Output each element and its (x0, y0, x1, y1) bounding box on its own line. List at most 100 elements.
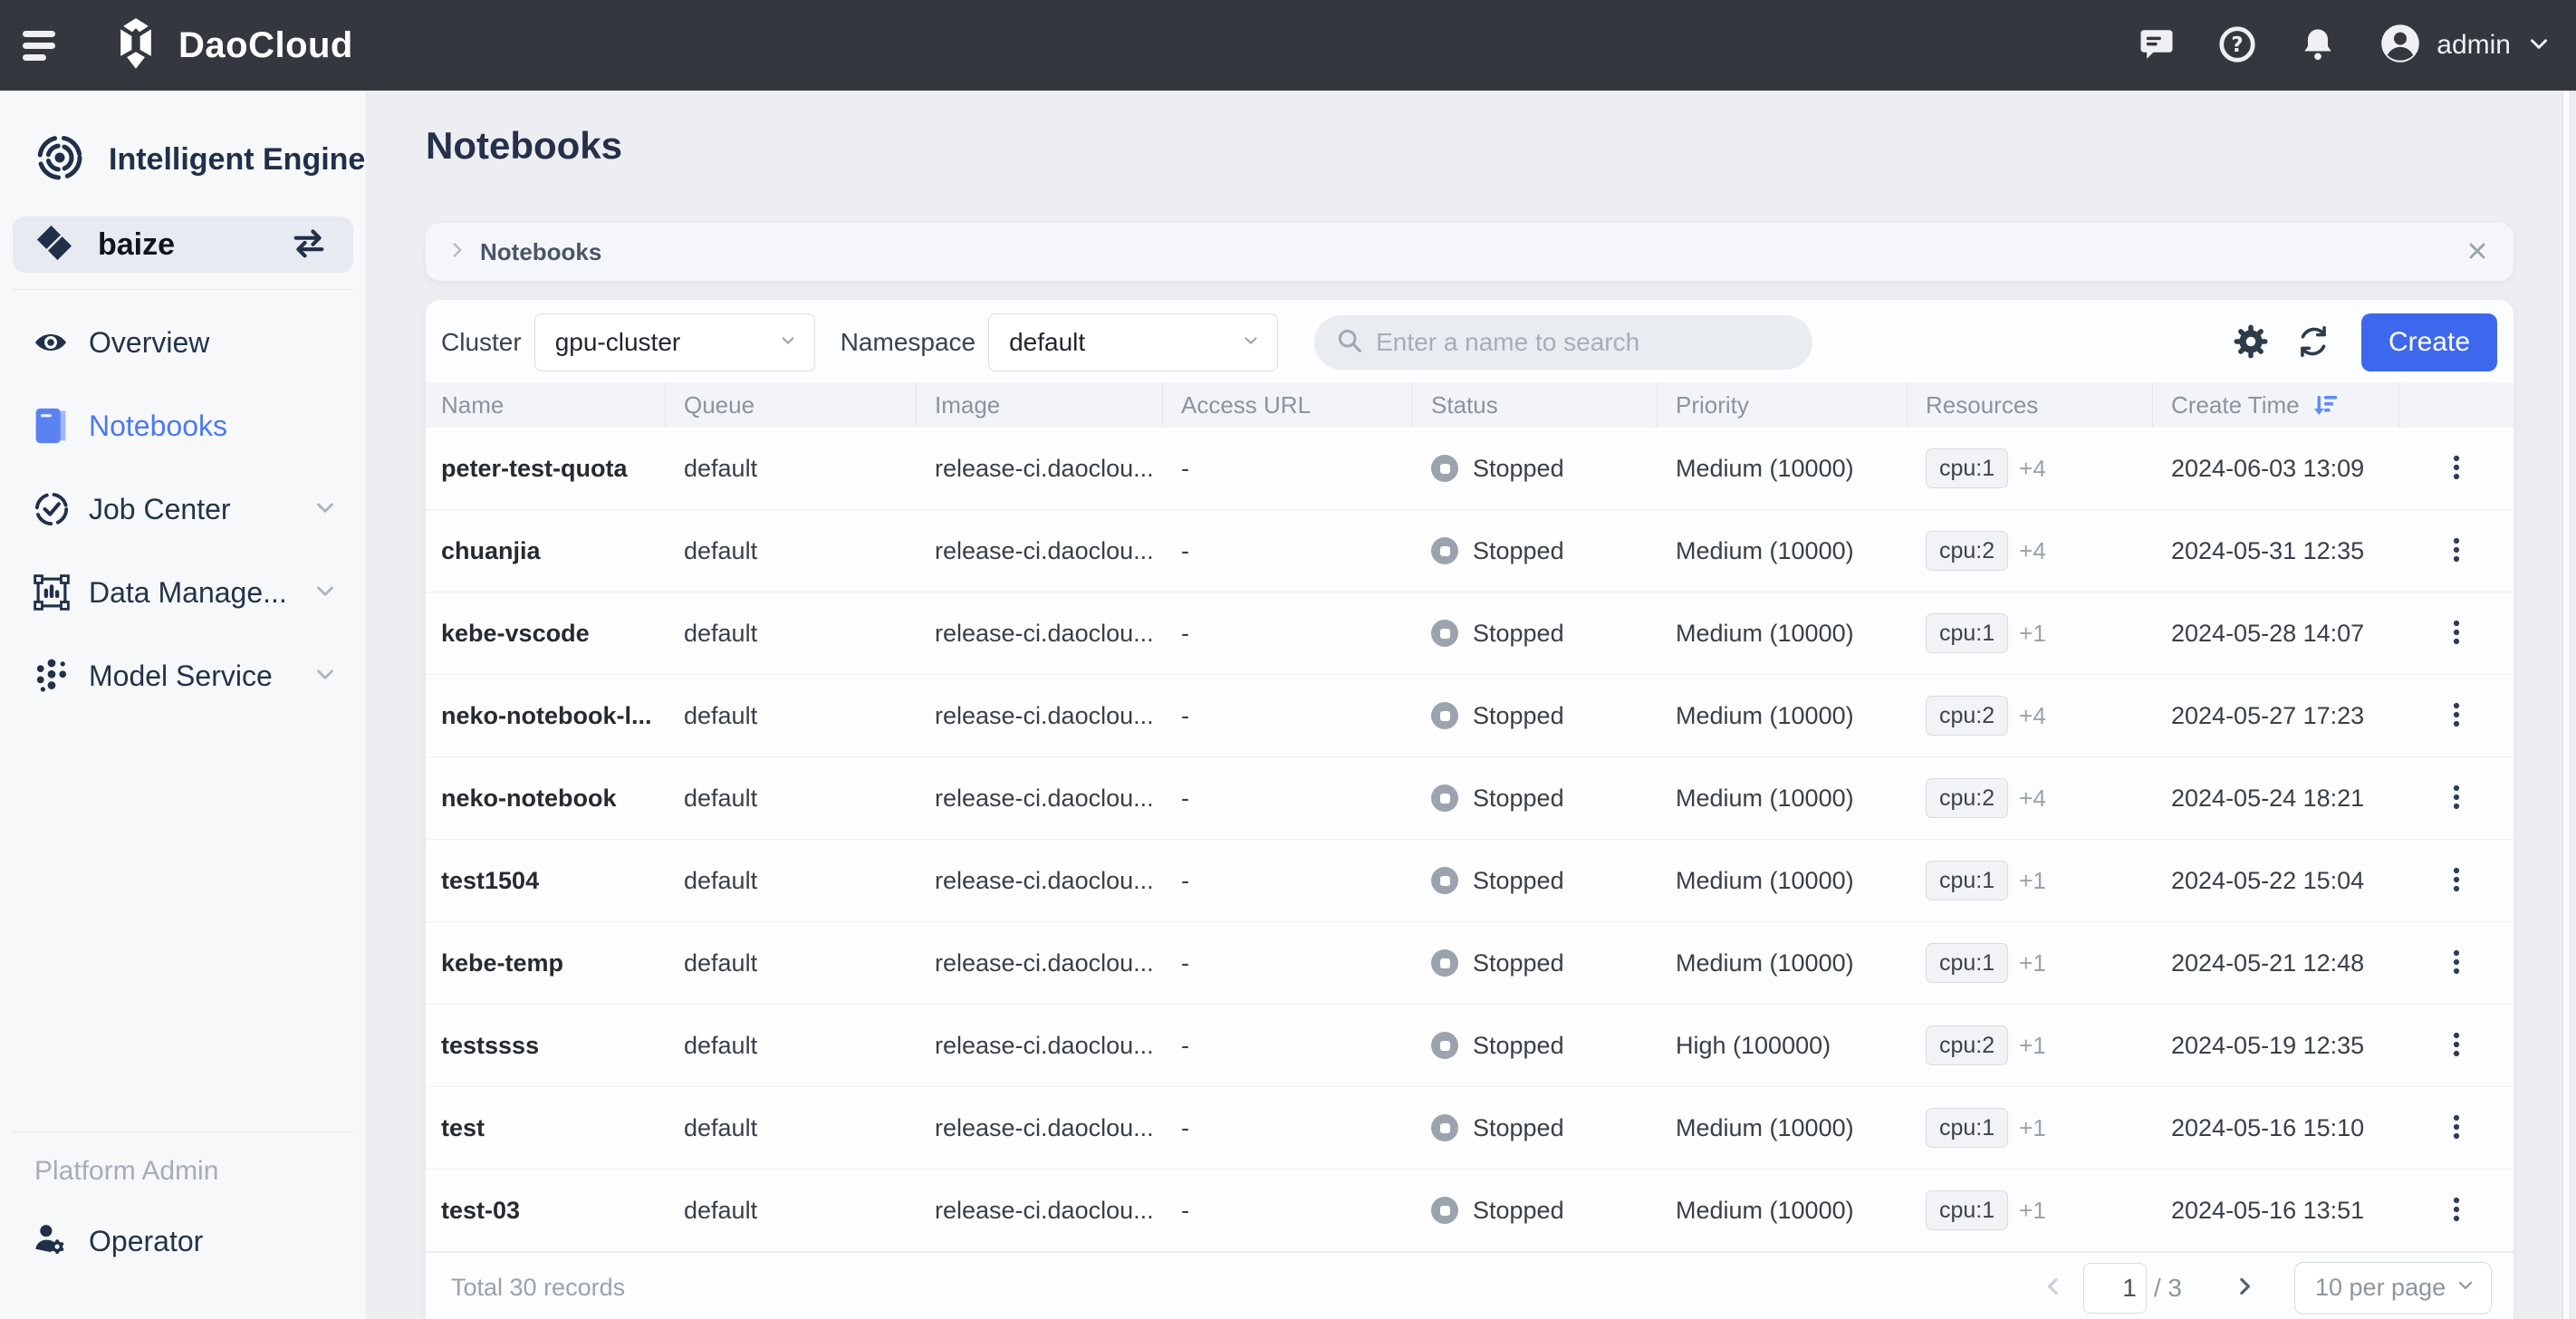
resource-extra[interactable]: +1 (2019, 949, 2046, 977)
page-number-input[interactable] (2083, 1263, 2147, 1314)
create-button[interactable]: Create (2361, 313, 2497, 371)
cell-priority: Medium (10000) (1658, 510, 1908, 592)
cell-status: Stopped (1413, 1087, 1658, 1169)
cell-queue: default (666, 1005, 917, 1086)
kebab-menu-icon (2444, 947, 2469, 980)
sidebar-item-model-service[interactable]: Model Service (0, 634, 366, 717)
resource-badge: cpu:2 (1926, 1025, 2008, 1065)
search-input[interactable] (1376, 328, 1791, 357)
close-button[interactable] (2465, 238, 2490, 266)
row-menu-button[interactable] (2438, 1106, 2475, 1151)
stopped-status-icon (1431, 1032, 1458, 1059)
row-menu-button[interactable] (2438, 611, 2475, 656)
namespace-select[interactable]: default (988, 313, 1278, 371)
cluster-select[interactable]: gpu-cluster (534, 313, 815, 371)
resource-extra[interactable]: +4 (2019, 455, 2046, 483)
intelligent-engine-icon (34, 132, 85, 188)
column-header-create-time[interactable]: Create Time (2153, 382, 2399, 428)
row-actions (2399, 757, 2514, 839)
page-size-value: 10 per page (2315, 1274, 2446, 1302)
user-menu[interactable]: admin (2379, 22, 2552, 70)
kebab-menu-icon (2444, 782, 2469, 815)
sidebar-item-job-center[interactable]: Job Center (0, 467, 366, 551)
topbar: DaoCloud ? (0, 0, 2576, 91)
cell-name[interactable]: kebe-temp (426, 922, 666, 1004)
stopped-status-icon (1431, 1114, 1458, 1141)
refresh-icon (2294, 323, 2332, 362)
chevron-down-icon (1241, 331, 1261, 355)
settings-button[interactable] (2233, 323, 2269, 362)
resource-extra[interactable]: +4 (2019, 785, 2046, 813)
messages-button[interactable] (2138, 25, 2176, 66)
workspace-switcher[interactable]: baize (13, 217, 353, 273)
resource-extra[interactable]: +1 (2019, 1032, 2046, 1060)
cell-access-url: - (1163, 840, 1413, 921)
menu-toggle-button[interactable] (23, 27, 62, 63)
cell-resources: cpu:2 +4 (1908, 675, 2153, 756)
cell-name[interactable]: neko-notebook-l... (426, 675, 666, 756)
row-menu-button[interactable] (2438, 941, 2475, 986)
breadcrumb-item[interactable]: Notebooks (480, 238, 2465, 266)
cell-queue: default (666, 840, 917, 921)
comment-icon (2138, 25, 2176, 66)
sidebar-item-data-management[interactable]: Data Manage... (0, 551, 366, 634)
close-icon (2465, 238, 2490, 266)
cell-name[interactable]: testssss (426, 1005, 666, 1086)
scrollbar[interactable] (2562, 91, 2571, 1319)
sidebar: Intelligent Engine baize (0, 91, 367, 1319)
refresh-button[interactable] (2294, 323, 2332, 362)
resource-extra[interactable]: +4 (2019, 702, 2046, 730)
cell-name[interactable]: peter-test-quota (426, 428, 666, 509)
resource-extra[interactable]: +1 (2019, 1114, 2046, 1142)
cell-name[interactable]: neko-notebook (426, 757, 666, 839)
resource-badge: cpu:2 (1926, 531, 2008, 571)
row-menu-button[interactable] (2438, 529, 2475, 573)
sidebar-item-overview[interactable]: Overview (0, 301, 366, 384)
help-button[interactable]: ? (2217, 24, 2257, 67)
row-menu-button[interactable] (2438, 447, 2475, 491)
chevron-left-icon (2040, 1273, 2067, 1303)
notifications-button[interactable] (2299, 25, 2337, 66)
switch-workspace-icon[interactable] (286, 223, 332, 267)
cell-name[interactable]: test1504 (426, 840, 666, 921)
next-page-button[interactable] (2227, 1269, 2262, 1306)
row-menu-button[interactable] (2438, 1189, 2475, 1233)
sidebar-item-operator[interactable]: Operator (0, 1199, 366, 1283)
cell-priority: Medium (10000) (1658, 592, 1908, 674)
table-row: testdefaultrelease-ci.daoclou...-Stopped… (426, 1087, 2514, 1170)
row-menu-button[interactable] (2438, 1024, 2475, 1068)
table-row: peter-test-quotadefaultrelease-ci.daoclo… (426, 428, 2514, 510)
workspace-name: baize (98, 227, 286, 263)
resource-extra[interactable]: +4 (2019, 537, 2046, 565)
resource-badge: cpu:2 (1926, 778, 2008, 818)
resource-extra[interactable]: +1 (2019, 620, 2046, 648)
page-size-select[interactable]: 10 per page (2294, 1262, 2492, 1314)
cell-access-url: - (1163, 1087, 1413, 1169)
resource-extra[interactable]: +1 (2019, 867, 2046, 895)
resource-badge: cpu:2 (1926, 696, 2008, 736)
namespace-label: Namespace (841, 328, 976, 357)
table-row: chuanjiadefaultrelease-ci.daoclou...-Sto… (426, 510, 2514, 592)
resource-extra[interactable]: +1 (2019, 1197, 2046, 1225)
topbar-right: ? admin (2138, 22, 2552, 70)
sort-descending-icon[interactable] (2312, 391, 2340, 419)
row-menu-button[interactable] (2438, 859, 2475, 903)
cell-name[interactable]: test-03 (426, 1170, 666, 1251)
cell-create-time: 2024-05-16 13:51 (2153, 1170, 2399, 1251)
cell-create-time: 2024-05-22 15:04 (2153, 840, 2399, 921)
cell-create-time: 2024-05-24 18:21 (2153, 757, 2399, 839)
row-actions (2399, 510, 2514, 592)
layout: Intelligent Engine baize (0, 91, 2576, 1319)
row-menu-button[interactable] (2438, 694, 2475, 738)
cell-name[interactable]: test (426, 1087, 666, 1169)
cell-image: release-ci.daoclou... (917, 428, 1163, 509)
cell-priority: Medium (10000) (1658, 1087, 1908, 1169)
sidebar-item-notebooks[interactable]: Notebooks (0, 384, 366, 467)
cell-name[interactable]: kebe-vscode (426, 592, 666, 674)
cell-status: Stopped (1413, 592, 1658, 674)
cell-access-url: - (1163, 1005, 1413, 1086)
cell-name[interactable]: chuanjia (426, 510, 666, 592)
previous-page-button[interactable] (2036, 1269, 2071, 1306)
cell-access-url: - (1163, 510, 1413, 592)
row-menu-button[interactable] (2438, 776, 2475, 821)
